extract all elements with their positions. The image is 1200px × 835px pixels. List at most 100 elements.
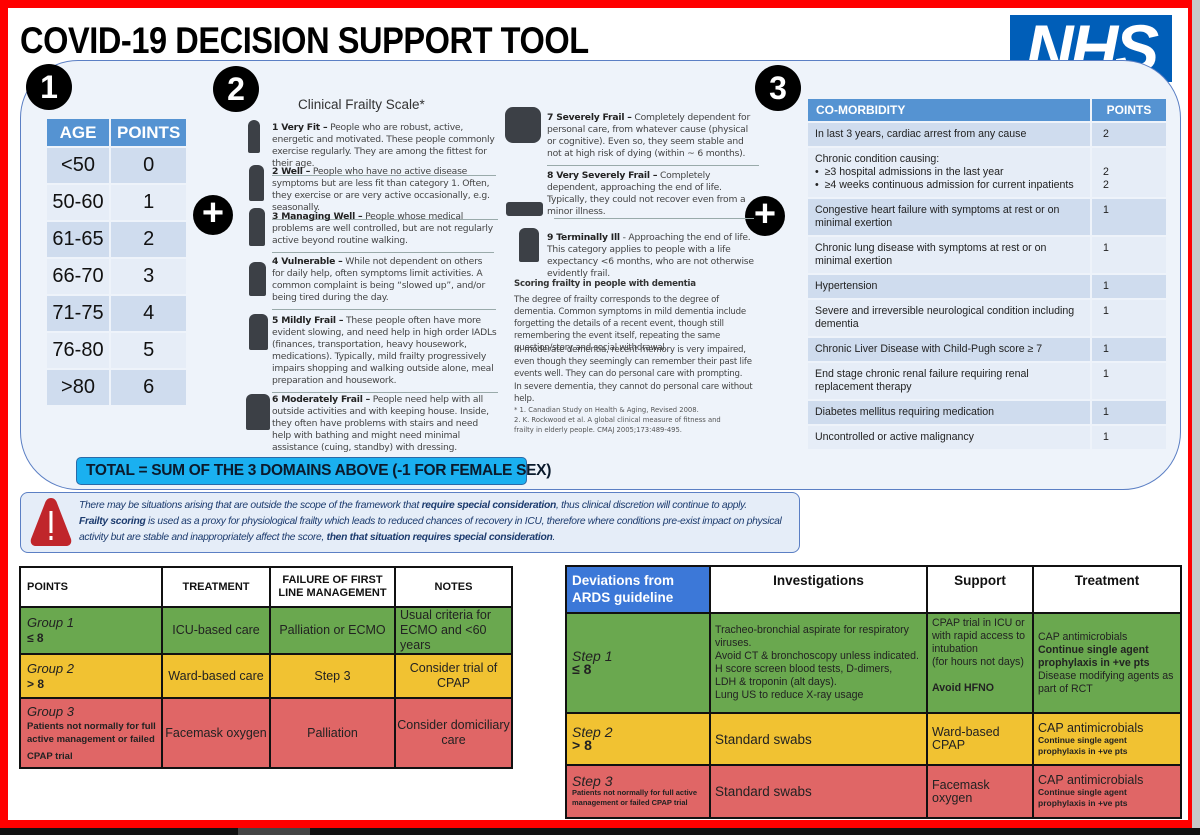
table-row: 50-60 1 — [47, 185, 187, 220]
group-label: Group 1 — [27, 615, 74, 630]
table-row: Chronic lung disease with symptoms at re… — [808, 237, 1166, 273]
step-3-badge: 3 — [755, 65, 801, 111]
age-cell: 50-60 — [47, 185, 109, 220]
points-cell: 1 — [1092, 199, 1166, 235]
support-item: (for hours not days) — [932, 656, 1024, 668]
points-header: POINTS — [1092, 99, 1166, 121]
points-header: POINTS — [111, 119, 187, 146]
bullet-text: ≥4 weeks continuous admission for curren… — [824, 179, 1074, 191]
comorbidity-cell: End stage chronic renal failure requirin… — [808, 363, 1090, 399]
person-figure-icon — [249, 165, 264, 201]
warning-icon — [30, 498, 72, 546]
table-row: 71-75 4 — [47, 296, 187, 331]
table-row: Step 3 Patients not normally for full act… — [565, 764, 1182, 819]
group-score: ≤ 8 — [27, 631, 44, 645]
comorbidity-cell: Severe and irreversible neurological con… — [808, 300, 1090, 336]
failure-cell: Step 3 — [269, 653, 396, 699]
frailty-item-heading: 6 Moderately Frail – — [272, 394, 371, 405]
investigation-item: H score screen blood tests, D-dimers, — [715, 663, 893, 675]
support-item-bold: Avoid HFNO — [932, 682, 994, 694]
notice-text-part: There may be situations arising that are… — [79, 500, 422, 511]
plus-icon: + — [193, 194, 233, 235]
investigations-header: Investigations — [709, 565, 928, 614]
frailty-item-4: 4 Vulnerable – While not dependent on ot… — [272, 256, 496, 310]
points-cell: 1 — [111, 185, 187, 220]
points-header: POINTS — [19, 566, 163, 608]
taskbar-item[interactable] — [238, 828, 310, 835]
table-row: Group 3 Patients not normally for full ac… — [19, 697, 513, 769]
table-row: 61-65 2 — [47, 222, 187, 257]
frailty-item-heading: 1 Very Fit – — [272, 122, 328, 133]
treatment-cell: Facemask oxygen — [161, 697, 271, 769]
treatment-cell: CAP antimicrobials Continue single agent… — [1032, 612, 1182, 714]
table-row: Chronic condition causing: • ≥3 hospital… — [808, 148, 1166, 197]
person-figure-icon — [248, 120, 260, 153]
treatment-cell: Ward-based care — [161, 653, 271, 699]
age-cell: >80 — [47, 370, 109, 405]
scrollbar[interactable] — [1192, 0, 1200, 828]
frailty-item-7: 7 Severely Frail – Completely dependent … — [547, 112, 759, 166]
comorbidity-cell: Chronic Liver Disease with Child-Pugh sc… — [808, 338, 1090, 361]
frailty-item-9: 9 Terminally Ill - Approaching the end o… — [547, 232, 761, 280]
age-cell: <50 — [47, 148, 109, 183]
treatment-item-bold: Continue single agent prophylaxis in +ve… — [1038, 643, 1150, 669]
points-cell: 0 — [111, 148, 187, 183]
group-cell: Group 1 ≤ 8 — [19, 606, 163, 655]
table-row: Congestive heart failure with symptoms a… — [808, 199, 1166, 235]
bed-figure-icon — [506, 202, 543, 216]
group-label: Group 2 — [27, 660, 74, 676]
notice-text-part: . — [552, 532, 556, 543]
treatment-item-bold: Continue single agent prophylaxis in +ve… — [1038, 734, 1128, 756]
points-cell: 2 — [111, 222, 187, 257]
table-row: >80 6 — [47, 370, 187, 405]
notice-text-part: , thus clinical discretion will continue… — [555, 500, 747, 511]
table-row: Uncontrolled or active malignancy 1 — [808, 426, 1166, 449]
step-score: Patients not normally for full active ma… — [572, 788, 698, 807]
points-cell: 5 — [111, 333, 187, 368]
age-header: AGE — [47, 119, 109, 146]
points-cell: 22 — [1092, 148, 1166, 197]
points-cell: 2 — [1092, 123, 1166, 146]
reference-2-cont: frailty in elderly people. CMAJ 2005;173… — [514, 426, 682, 434]
comorbidity-cell: In last 3 years, cardiac arrest from any… — [808, 123, 1090, 146]
special-consideration-notice: There may be situations arising that are… — [20, 492, 800, 553]
table-row: Group 2 > 8 Ward-based care Step 3 Consid… — [19, 653, 513, 699]
points-cell: 6 — [111, 370, 187, 405]
frailty-item-6: 6 Moderately Frail – People need help wi… — [272, 394, 498, 454]
failure-cell: Palliation — [269, 697, 396, 769]
points-cell: 1 — [1092, 338, 1166, 361]
comorbidity-cell: Uncontrolled or active malignancy — [808, 426, 1090, 449]
dementia-title: Scoring frailty in people with dementia — [514, 279, 696, 289]
frailty-item-8: 8 Very Severely Frail – Completely depen… — [547, 170, 759, 218]
age-cell: 76-80 — [47, 333, 109, 368]
step-cell: Step 2 > 8 — [565, 712, 711, 766]
comorbidity-header: CO-MORBIDITY — [808, 99, 1090, 121]
person-figure-icon — [246, 394, 270, 430]
notes-cell: Consider domiciliary care — [394, 697, 513, 769]
seated-figure-icon — [519, 228, 539, 262]
table-row: <50 0 — [47, 148, 187, 183]
table-row: Hypertension 1 — [808, 275, 1166, 298]
treatment-header: Treatment — [1032, 565, 1182, 614]
points-value: 2 — [1103, 166, 1109, 178]
treatment-item: CAP antimicrobials — [1038, 630, 1128, 643]
points-cell: 1 — [1092, 275, 1166, 298]
frailty-item-heading: 9 Terminally Ill — [547, 232, 620, 243]
points-value: 2 — [1103, 179, 1109, 191]
comorbidity-text: Chronic condition causing: — [815, 153, 940, 165]
notes-cell: Consider trial of CPAP — [394, 653, 513, 699]
table-row: End stage chronic renal failure requirin… — [808, 363, 1166, 399]
person-figure-icon — [249, 314, 268, 350]
comorbidity-cell: Congestive heart failure with symptoms a… — [808, 199, 1090, 235]
frailty-scale-title: Clinical Frailty Scale* — [298, 97, 425, 112]
investigation-item: Tracheo-bronchial aspirate for respirato… — [715, 624, 909, 649]
person-figure-icon — [249, 208, 265, 246]
dementia-paragraph-2: In moderate dementia, recent memory is v… — [514, 345, 752, 379]
support-cell: Ward-based CPAP — [926, 712, 1034, 766]
reference-1: * 1. Canadian Study on Health & Aging, R… — [514, 406, 699, 414]
age-cell: 71-75 — [47, 296, 109, 331]
page-title: COVID-19 DECISION SUPPORT TOOL — [20, 20, 589, 61]
reference-2: 2. K. Rockwood et al. A global clinical … — [514, 416, 721, 424]
treatment-cell: CAP antimicrobials Continue single agent… — [1032, 712, 1182, 766]
points-cell: 1 — [1092, 363, 1166, 399]
